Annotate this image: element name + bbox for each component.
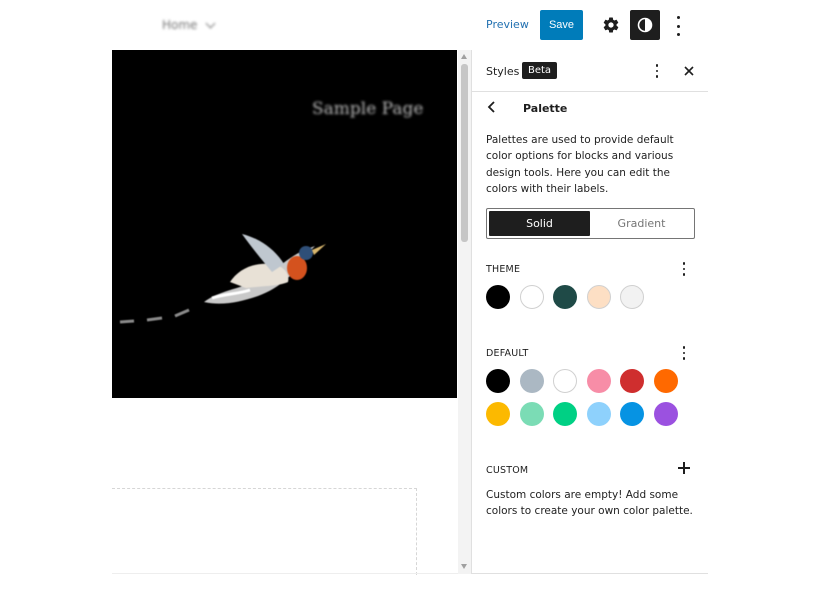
top-toolbar: Home Preview Save — [0, 0, 708, 50]
palette-description: Palettes are used to provide default col… — [486, 134, 674, 195]
sidebar-bottom-divider — [472, 573, 708, 574]
save-button[interactable]: Save — [540, 10, 583, 40]
theme-section-label: THEME — [486, 264, 521, 275]
palette-heading: Palette — [523, 102, 568, 115]
color-swatch[interactable] — [519, 369, 544, 393]
theme-options-icon[interactable] — [680, 262, 688, 276]
sidebar-title: Styles — [486, 65, 520, 78]
color-swatch[interactable] — [620, 402, 644, 426]
contrast-icon — [637, 17, 653, 33]
page-title: Sample Page — [312, 99, 424, 119]
content-block-placeholder[interactable] — [112, 488, 417, 575]
color-swatch[interactable] — [586, 402, 611, 426]
editor-canvas[interactable]: Sample Page — [0, 50, 458, 575]
breadcrumb[interactable]: Home — [162, 18, 216, 32]
sidebar-options-icon[interactable] — [652, 64, 662, 78]
color-swatch[interactable] — [486, 402, 510, 426]
styles-toggle-button[interactable] — [630, 10, 660, 40]
chevron-down-icon — [205, 18, 216, 28]
options-menu-icon[interactable] — [670, 15, 686, 37]
color-swatch[interactable] — [553, 285, 577, 309]
color-swatch[interactable] — [653, 402, 678, 426]
custom-section-label: CUSTOM — [486, 465, 529, 476]
canvas-scrollbar[interactable] — [458, 50, 471, 574]
color-swatch[interactable] — [486, 285, 510, 309]
color-swatch[interactable] — [519, 285, 544, 309]
color-swatch[interactable] — [586, 369, 611, 393]
preview-button[interactable]: Preview — [486, 18, 529, 31]
scroll-up-arrow-icon[interactable] — [461, 54, 467, 59]
tab-solid[interactable]: Solid — [489, 211, 590, 236]
color-swatch[interactable] — [553, 369, 577, 393]
gear-icon[interactable] — [602, 16, 620, 34]
tab-gradient[interactable]: Gradient — [591, 211, 692, 236]
close-icon[interactable] — [682, 64, 696, 78]
color-swatch[interactable] — [620, 369, 644, 393]
canvas-divider — [112, 573, 458, 574]
color-swatch[interactable] — [653, 369, 678, 393]
default-section-label: DEFAULT — [486, 348, 529, 359]
sidebar-header: Styles Beta — [472, 50, 708, 92]
breadcrumb-label: Home — [162, 18, 198, 32]
scroll-thumb[interactable] — [461, 64, 468, 242]
color-swatch[interactable] — [486, 369, 510, 393]
scroll-down-arrow-icon[interactable] — [461, 564, 467, 569]
beta-badge: Beta — [522, 62, 558, 79]
color-swatch[interactable] — [519, 402, 544, 426]
color-swatch[interactable] — [620, 285, 644, 309]
add-color-plus-icon[interactable] — [678, 462, 690, 474]
color-swatch[interactable] — [586, 285, 611, 309]
color-swatch[interactable] — [553, 402, 577, 426]
styles-sidebar: Styles Beta Palette Palettes are used to… — [471, 50, 708, 574]
palette-type-toggle: Solid Gradient — [486, 208, 695, 239]
custom-empty-message: Custom colors are empty! Add some colors… — [486, 489, 693, 517]
default-options-icon[interactable] — [680, 346, 688, 360]
back-arrow-icon[interactable] — [486, 100, 498, 114]
